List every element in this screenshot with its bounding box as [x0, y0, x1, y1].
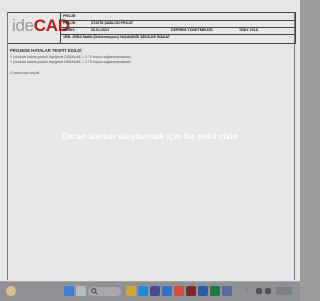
taskbar: ^ — [0, 281, 300, 301]
edge-icon[interactable] — [138, 286, 148, 296]
excel-icon[interactable] — [210, 286, 220, 296]
start-icon[interactable] — [64, 286, 74, 296]
note-line: X kata boyut seçildi. — [10, 71, 41, 75]
store-icon[interactable] — [150, 286, 160, 296]
weather-icon[interactable] — [6, 286, 16, 296]
header-value: STATİK ŞABLON PROJE — [91, 21, 133, 25]
section-title: PROJEDE HATALAR TESPİT EDİLDİ — [10, 48, 82, 53]
error-line: X yönünde katına yanlızlı ölçeğinde DMAK… — [10, 55, 133, 59]
logo-cell: ideCAD — [8, 13, 70, 43]
header-value: 1RB- 2RB3 Statik (Deformasyon) YAŞANDIĞI… — [63, 35, 170, 39]
explorer-icon[interactable] — [126, 286, 136, 296]
volume-icon[interactable] — [265, 288, 271, 294]
chrome-icon[interactable] — [174, 286, 184, 296]
taskview-icon[interactable] — [76, 286, 86, 296]
page-frame-left — [7, 12, 8, 280]
idecad-icon[interactable] — [186, 286, 196, 296]
header-key: PROJE: — [63, 21, 77, 25]
search-icon — [91, 288, 98, 295]
mail-icon[interactable] — [162, 286, 172, 296]
snip-icon[interactable] — [222, 286, 232, 296]
page-frame-right — [294, 12, 295, 280]
clock-area[interactable] — [276, 287, 292, 295]
tray-chevron-icon[interactable]: ^ — [246, 288, 248, 292]
error-line: Y yönünde katına yanlızlı ölçeğinde DMAK… — [10, 60, 133, 64]
report-header: ideCAD PROJE: PROJE: STATİK ŞABLON PROJE… — [7, 12, 296, 44]
wifi-icon[interactable] — [256, 288, 262, 294]
header-key-2: DEPREM YÖNETMELİĞİ: — [171, 28, 214, 32]
header-row-4: 1RB- 2RB3 Statik (Deformasyon) YAŞANDIĞI… — [61, 34, 295, 41]
taskbar-search[interactable] — [88, 287, 121, 296]
header-key: PROJE: — [63, 14, 77, 18]
word-icon[interactable] — [198, 286, 208, 296]
header-value-2: TBDY 2018 — [239, 28, 258, 32]
snipping-overlay-message: Ekran alıntısı oluşturmak için bir şekil… — [62, 131, 238, 141]
logo-ide-text: ide — [12, 16, 34, 35]
header-value: 06.01.2024 — [91, 28, 109, 32]
header-key: TARİH: — [63, 28, 75, 32]
